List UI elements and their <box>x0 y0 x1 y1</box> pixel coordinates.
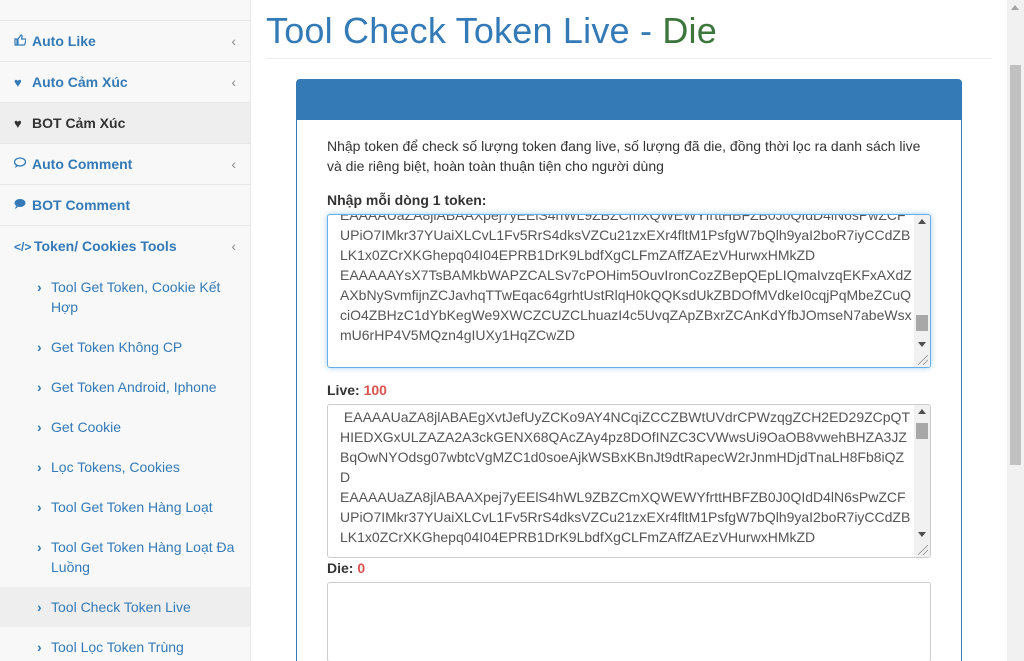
live-label-text: Live: <box>327 382 364 398</box>
chevron-right-icon: › <box>37 639 42 655</box>
comments-icon <box>13 145 32 185</box>
sidebar: Auto Like ‹ ♥ Auto Cảm Xúc ‹ ♥ BOT Cảm Xúc… <box>0 0 251 661</box>
sidebar-item-label: BOT Comment <box>32 197 130 213</box>
scrollbar-thumb[interactable] <box>916 315 928 331</box>
textarea-scrollbar[interactable] <box>914 215 930 367</box>
sidebar-item-auto-cam-xuc[interactable]: ♥ Auto Cảm Xúc ‹ <box>0 62 250 103</box>
chevron-left-icon: ‹ <box>231 33 236 49</box>
sidebar-item-auto-like[interactable]: Auto Like ‹ <box>0 21 250 62</box>
panel-body: Nhập token để check số lượng token đang … <box>297 120 961 661</box>
scroll-down-icon[interactable] <box>918 342 926 347</box>
sidebar-subitem-get-cookie[interactable]: › Get Cookie <box>0 407 250 447</box>
sidebar-subitem-loc-tokens[interactable]: › Lọc Tokens, Cookies <box>0 447 250 487</box>
sidebar-subitem-label: Get Token Android, Iphone <box>51 379 217 395</box>
sidebar-subitem-get-token-khong-cp[interactable]: › Get Token Không CP <box>0 327 250 367</box>
token-input-textarea[interactable]: EAAAAUaZA8jlABAAXpej7yEElS4hWL9ZBZCmXQWE… <box>327 214 931 368</box>
page-title-main: Tool Check Token Live - <box>266 10 663 51</box>
chevron-left-icon: ‹ <box>231 74 236 90</box>
sidebar-item-bot-comment[interactable]: BOT Comment <box>0 185 250 226</box>
sidebar-item-label: BOT Cảm Xúc <box>32 115 126 131</box>
page-title: Tool Check Token Live - Die <box>266 10 717 52</box>
sidebar-item-token-cookies-tools[interactable]: </> Token/ Cookies Tools ‹ <box>0 226 250 267</box>
resize-grip-icon[interactable] <box>918 545 928 555</box>
sidebar-item-auto-comment[interactable]: Auto Comment ‹ <box>0 144 250 185</box>
scrollbar-thumb[interactable] <box>916 423 928 439</box>
chevron-right-icon: › <box>37 379 42 395</box>
sidebar-subitem-label: Lọc Tokens, Cookies <box>51 459 180 475</box>
sidebar-item-label: Auto Comment <box>32 156 133 172</box>
chevron-right-icon: › <box>37 339 42 355</box>
sidebar-subitem-label: Tool Check Token Live <box>51 599 191 615</box>
scroll-down-icon[interactable] <box>918 532 926 537</box>
panel-header <box>297 80 961 120</box>
live-output-value: EAAAAUaZA8jlABAEgXvtJefUyZCKo9AY4NCqiZCC… <box>340 409 911 545</box>
die-count: 0 <box>357 560 366 576</box>
chevron-right-icon: › <box>37 599 42 615</box>
code-icon: </> <box>14 240 32 254</box>
sidebar-item-label: Auto Cảm Xúc <box>32 74 128 90</box>
sidebar-item-label: Token/ Cookies Tools <box>34 238 177 254</box>
textarea-scrollbar[interactable] <box>914 405 930 557</box>
window-scrollbar-thumb[interactable] <box>1010 65 1021 465</box>
thumbs-up-icon <box>14 22 32 62</box>
live-count: 100 <box>363 382 387 398</box>
sidebar-subitem-loc-token-trung[interactable]: › Tool Lọc Token Trùng <box>0 627 250 661</box>
tool-panel: Nhập token để check số lượng token đang … <box>296 79 962 661</box>
sidebar-item-label: Auto Like <box>32 33 96 49</box>
die-label: Die: 0 <box>327 560 931 576</box>
sidebar-subitem-label: Tool Lọc Token Trùng <box>51 639 184 655</box>
sidebar-subitem-get-token-hang-loat[interactable]: › Tool Get Token Hàng Loạt <box>0 487 250 527</box>
comment-icon <box>14 186 32 226</box>
resize-grip-icon[interactable] <box>918 355 928 365</box>
title-divider <box>266 58 992 59</box>
chevron-right-icon: › <box>37 419 42 435</box>
sidebar-subitem-get-token-cookie[interactable]: › Tool Get Token, Cookie Kết Hợp <box>0 267 250 327</box>
window-scrollbar[interactable] <box>1007 0 1024 661</box>
sidebar-subitem-label: Tool Get Token Hàng Loạt <box>51 499 213 515</box>
chevron-right-icon: › <box>37 459 42 475</box>
live-output-textarea[interactable]: EAAAAUaZA8jlABAEgXvtJefUyZCKo9AY4NCqiZCC… <box>327 404 931 558</box>
sidebar-subitem-label: Get Token Không CP <box>51 339 183 355</box>
sidebar-subitem-check-token-live[interactable]: › Tool Check Token Live <box>0 587 250 627</box>
sidebar-subitem-label: Get Cookie <box>51 419 122 435</box>
token-input-value: EAAAAUaZA8jlABAAXpej7yEElS4hWL9ZBZCmXQWE… <box>340 214 912 343</box>
heart-icon: ♥ <box>14 116 22 131</box>
sidebar-subitem-get-token-android[interactable]: › Get Token Android, Iphone <box>0 367 250 407</box>
chevron-right-icon: › <box>37 499 42 515</box>
page-title-die: Die <box>662 10 717 51</box>
scroll-up-icon[interactable] <box>918 409 926 414</box>
chevron-right-icon: › <box>37 539 42 555</box>
sidebar-subitem-get-token-da-luong[interactable]: › Tool Get Token Hàng Loạt Đa Luồng <box>0 527 250 587</box>
sidebar-subitem-label: Tool Get Token Hàng Loạt Đa Luồng <box>51 539 235 575</box>
page-root: Auto Like ‹ ♥ Auto Cảm Xúc ‹ ♥ BOT Cảm Xúc… <box>0 0 1024 661</box>
scroll-up-icon[interactable] <box>918 219 926 224</box>
chevron-left-icon: ‹ <box>231 238 236 254</box>
intro-text: Nhập token để check số lượng token đang … <box>327 138 921 174</box>
chevron-right-icon: › <box>37 279 42 295</box>
chevron-left-icon: ‹ <box>231 156 236 172</box>
sidebar-subitem-label: Tool Get Token, Cookie Kết Hợp <box>51 279 221 315</box>
input-label: Nhập mỗi dòng 1 token: <box>327 192 487 208</box>
die-label-text: Die: <box>327 560 358 576</box>
live-label: Live: 100 <box>327 382 931 398</box>
heart-icon: ♥ <box>14 75 22 90</box>
scroll-up-icon[interactable] <box>1011 5 1019 10</box>
sidebar-item-bot-cam-xuc[interactable]: ♥ BOT Cảm Xúc <box>0 103 250 144</box>
sidebar-item-partial[interactable] <box>0 0 250 21</box>
die-output-textarea[interactable] <box>327 582 931 661</box>
main-content: Tool Check Token Live - Die Nhập token đ… <box>266 0 994 661</box>
